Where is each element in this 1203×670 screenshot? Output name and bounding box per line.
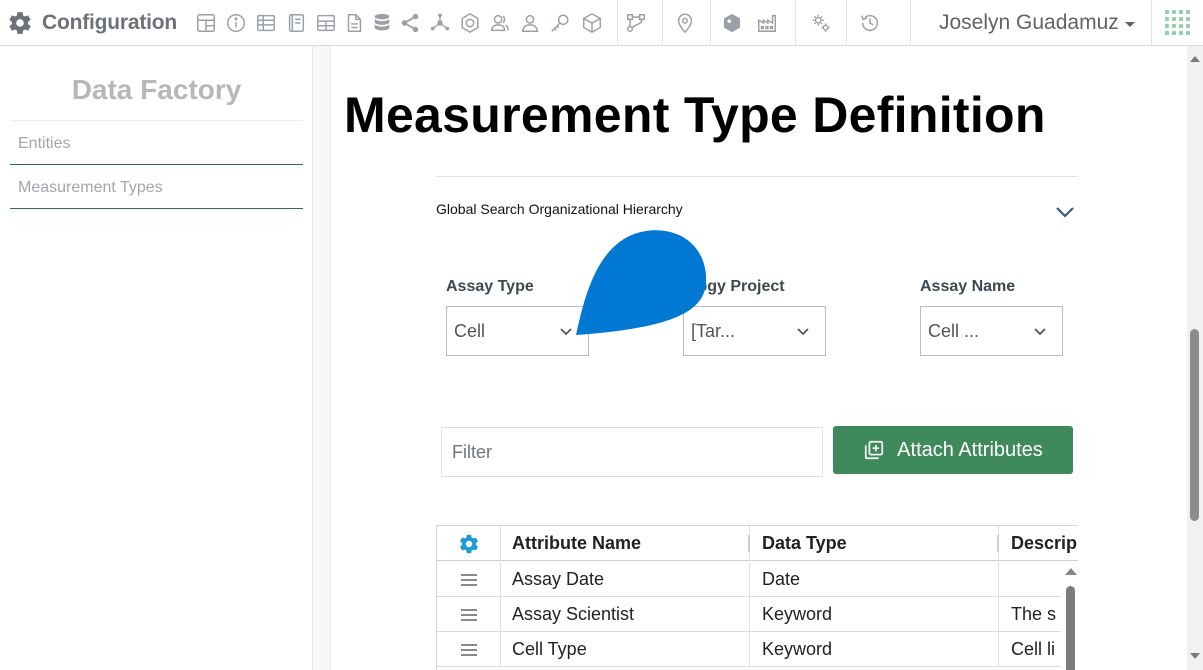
toolbar-divider [710, 0, 711, 46]
panel-gutter [313, 46, 331, 670]
column-header-attribute-name[interactable]: Attribute Name [501, 526, 750, 561]
scroll-up-icon[interactable] [1065, 568, 1077, 575]
scrollbar-thumb[interactable] [1190, 329, 1199, 521]
pointer-marker-icon [576, 230, 707, 335]
column-header-description[interactable]: Descrip [999, 526, 1078, 561]
data-type-cell: Keyword [750, 632, 999, 667]
toolbar-divider [910, 0, 911, 46]
attributes-grid: Attribute Name Data Type Descrip Assay D… [436, 525, 1078, 670]
filter-input[interactable] [441, 427, 823, 477]
info-icon[interactable] [223, 9, 249, 37]
drag-handle-icon[interactable] [437, 597, 501, 632]
data-type-cell: Date [750, 562, 999, 597]
table-icon[interactable] [253, 9, 279, 37]
assay-type-select[interactable]: Cell [446, 306, 589, 356]
sidebar: Data Factory Entities Measurement Types [0, 46, 313, 670]
column-settings-button[interactable] [437, 526, 501, 561]
notebook-icon[interactable] [283, 9, 309, 37]
divider [436, 176, 1078, 177]
toolbar-divider [662, 0, 663, 46]
factory-icon[interactable] [754, 9, 780, 37]
settings-gear-icon [459, 534, 478, 553]
select-value: Cell ... [928, 320, 980, 341]
assay-name-select[interactable]: Cell ... [920, 306, 1063, 356]
gears-icon[interactable] [808, 9, 834, 37]
section-title[interactable]: Global Search Organizational Hierarchy [436, 201, 683, 217]
table-row[interactable]: Cell Type Keyword Cell li [437, 632, 1078, 667]
page-scrollbar[interactable] [1187, 46, 1203, 670]
grid-table-icon[interactable] [313, 9, 339, 37]
attribute-name-cell: Cell Type [501, 632, 750, 667]
toolbar-divider [617, 0, 618, 46]
table-row[interactable]: Assay Date Date [437, 562, 1078, 597]
divider [10, 120, 303, 121]
sidebar-item-label: Entities [18, 134, 71, 152]
apps-grid-icon[interactable] [1165, 10, 1191, 36]
grid-scrollbar[interactable] [1061, 562, 1078, 670]
scroll-up-icon[interactable] [1190, 56, 1200, 62]
share-icon[interactable] [397, 9, 423, 37]
key-icon[interactable] [547, 9, 573, 37]
attribute-name-cell: Assay Scientist [501, 597, 750, 632]
grid-header: Attribute Name Data Type Descrip [437, 526, 1078, 561]
sidebar-title: Data Factory [71, 74, 242, 105]
chevron-down-icon [560, 328, 572, 336]
app-title: Configuration [42, 11, 178, 34]
chevron-down-icon [797, 328, 809, 336]
sidebar-item-entities[interactable]: Entities [10, 123, 303, 165]
gear-icon [6, 9, 34, 37]
history-icon[interactable] [857, 9, 883, 37]
data-type-cell: Keyword [750, 597, 999, 632]
column-resize-handle[interactable] [997, 535, 999, 552]
drag-handle-icon[interactable] [437, 562, 501, 597]
attach-attributes-button[interactable]: Attach Attributes [833, 426, 1073, 474]
chevron-down-icon [1034, 328, 1046, 336]
scrollbar-thumb[interactable] [1066, 586, 1075, 670]
app-brand[interactable]: Configuration [6, 0, 177, 46]
workflow-icon[interactable] [623, 9, 649, 37]
page-title: Measurement Type Definition [344, 87, 1046, 143]
assay-type-label: Assay Type [446, 278, 534, 295]
column-header-data-type[interactable]: Data Type [750, 526, 999, 561]
user-icon[interactable] [517, 9, 543, 37]
add-library-icon [865, 440, 884, 460]
cube-icon[interactable] [579, 9, 605, 37]
dashboard-layout-icon[interactable] [193, 9, 219, 37]
document-icon[interactable] [341, 9, 367, 37]
user-name: Joselyn Guadamuz [939, 11, 1119, 34]
user-menu[interactable]: Joselyn Guadamuz [939, 0, 1135, 46]
sidebar-item-measurement-types[interactable]: Measurement Types [10, 167, 303, 209]
hexagon-tag-icon[interactable] [719, 9, 745, 37]
column-resize-handle[interactable] [748, 535, 750, 552]
attach-attributes-label: Attach Attributes [897, 438, 1043, 461]
scroll-down-icon[interactable] [1190, 653, 1200, 659]
table-row[interactable]: Assay Scientist Keyword The s [437, 597, 1078, 632]
attribute-name-cell: Assay Date [501, 562, 750, 597]
user-group-icon[interactable] [487, 9, 513, 37]
top-navigation-bar: Configuration Joselyn Guadamuz [0, 0, 1203, 46]
network-hub-icon[interactable] [427, 9, 453, 37]
drag-handle-icon[interactable] [437, 632, 501, 667]
toolbar-divider [1151, 0, 1152, 46]
database-icon[interactable] [369, 9, 395, 37]
toolbar-divider [795, 0, 796, 46]
assay-name-label: Assay Name [920, 278, 1016, 295]
badge-id-icon[interactable] [457, 9, 483, 37]
chevron-down-icon[interactable] [1053, 200, 1077, 224]
main-content: Measurement Type Definition Global Searc… [331, 46, 1187, 670]
sidebar-item-label: Measurement Types [18, 178, 163, 196]
caret-down-icon [1124, 22, 1135, 27]
location-pin-icon[interactable] [672, 9, 698, 37]
select-value: Cell [454, 320, 486, 341]
toolbar-divider [846, 0, 847, 46]
